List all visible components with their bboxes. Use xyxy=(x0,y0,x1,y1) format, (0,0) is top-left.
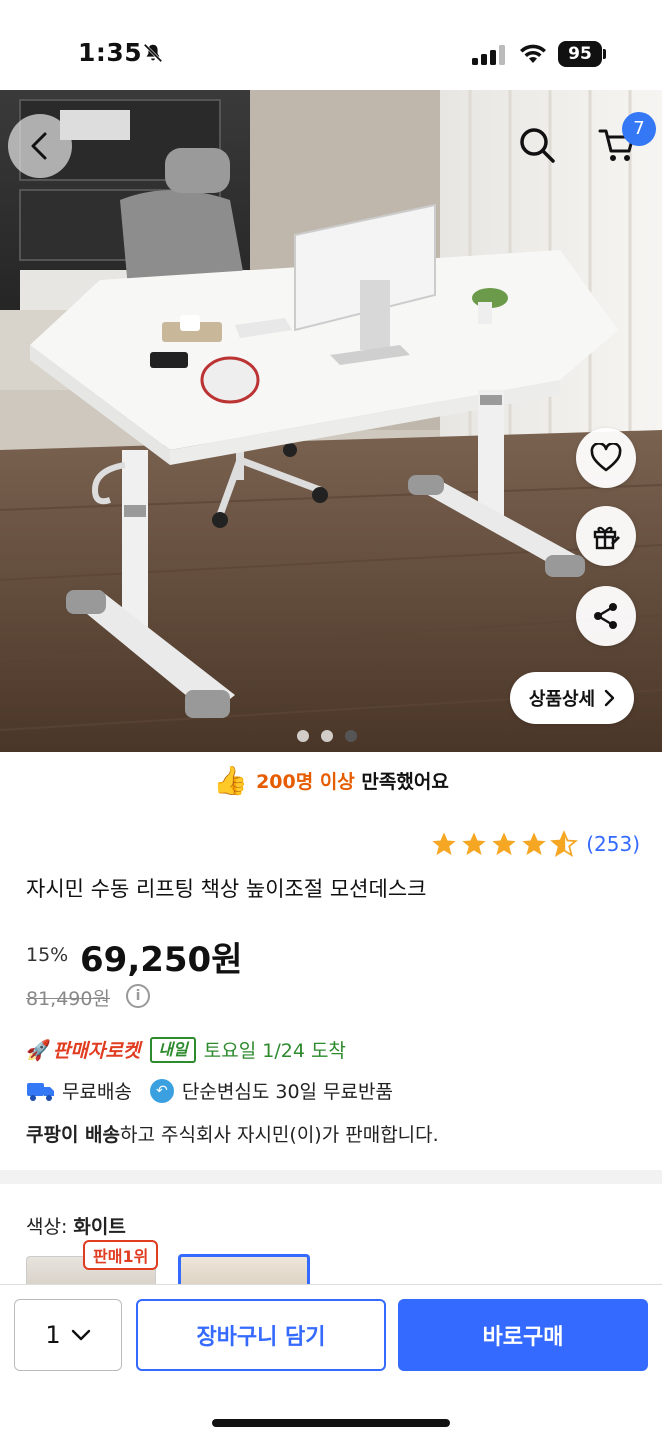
product-detail-button[interactable]: 상품상세 xyxy=(510,672,634,724)
color-prefix: 색상: xyxy=(26,1216,74,1238)
heart-icon xyxy=(590,443,622,472)
return-icon: ↶ xyxy=(149,1078,174,1103)
bell-off-icon xyxy=(143,43,163,63)
satisfied-text: 만족했어요 xyxy=(354,770,449,793)
share-icon xyxy=(594,603,617,629)
gift-icon xyxy=(593,526,620,550)
star-full-icon xyxy=(522,832,546,856)
chevron-right-icon xyxy=(604,689,615,707)
sale-price: 69,250원 xyxy=(80,940,243,980)
chevron-left-icon xyxy=(31,132,47,160)
quantity-value: 1 xyxy=(45,1321,61,1349)
carousel-dots xyxy=(297,730,357,742)
rocket-icon: 🚀 xyxy=(26,1037,51,1062)
battery-indicator: 95 xyxy=(558,41,602,67)
chevron-down-icon xyxy=(71,1329,90,1341)
discount-rate: 15% xyxy=(26,944,69,966)
product-image-carousel[interactable]: 7 상품상세 xyxy=(0,90,662,752)
section-divider xyxy=(0,1170,662,1184)
carousel-dot[interactable] xyxy=(321,730,333,742)
product-detail-label: 상품상세 xyxy=(528,689,596,710)
product-photo xyxy=(0,90,662,752)
cart-count-badge: 7 xyxy=(622,112,656,146)
color-option-label: 색상: 화이트 xyxy=(26,1212,126,1239)
star-full-icon xyxy=(432,832,456,856)
arrival-date: 토요일 1/24 도착 xyxy=(203,1040,346,1062)
satisfaction-banner: 👍 200명 이상 만족했어요 xyxy=(0,756,662,804)
rocket-delivery-row: 🚀 판매자로켓 내일 토요일 1/24 도착 xyxy=(26,1036,346,1063)
star-full-icon xyxy=(462,832,486,856)
star-half-icon xyxy=(550,830,579,857)
gift-button[interactable] xyxy=(576,506,636,566)
color-option-thumbnail-selected[interactable] xyxy=(178,1254,310,1286)
best-seller-badge: 판매1위 xyxy=(83,1240,159,1270)
buy-now-button[interactable]: 바로구매 xyxy=(398,1299,648,1371)
free-shipping-text: 무료배송 xyxy=(62,1081,132,1103)
product-title: 자시민 수동 리프팅 책상 높이조절 모션데스크 xyxy=(26,877,427,901)
seller-rest: 하고 주식회사 자시민(이)가 판매합니다. xyxy=(120,1124,439,1146)
quantity-select[interactable]: 1 xyxy=(14,1299,122,1371)
review-count[interactable]: (253) xyxy=(586,832,640,856)
original-price: 81,490원 xyxy=(26,988,110,1010)
rocket-label: 판매자로켓 xyxy=(52,1040,141,1062)
tomorrow-badge: 내일 xyxy=(150,1036,196,1063)
carousel-dot[interactable] xyxy=(297,730,309,742)
seller-info: 쿠팡이 배송하고 주식회사 자시민(이)가 판매합니다. xyxy=(26,1120,439,1147)
status-bar: 1:35 95 xyxy=(0,0,662,90)
home-indicator xyxy=(212,1419,450,1427)
battery-tip xyxy=(603,49,606,59)
bottom-action-bar: 1 장바구니 담기 바로구매 xyxy=(0,1284,662,1440)
carousel-dot-active[interactable] xyxy=(345,730,357,742)
back-button[interactable] xyxy=(8,114,72,178)
info-icon[interactable]: i xyxy=(126,984,150,1008)
thumbs-up-icon: 👍 xyxy=(213,763,249,797)
search-icon xyxy=(520,128,555,163)
rating[interactable]: (253) xyxy=(430,830,640,858)
wifi-icon xyxy=(520,44,546,63)
color-value: 화이트 xyxy=(73,1216,126,1238)
satisfied-count: 200명 이상 xyxy=(256,770,355,793)
truck-icon xyxy=(27,1082,54,1101)
star-full-icon xyxy=(492,832,516,856)
wishlist-button[interactable] xyxy=(576,428,636,488)
status-time: 1:35 xyxy=(78,38,143,67)
add-to-cart-button[interactable]: 장바구니 담기 xyxy=(136,1299,386,1371)
share-button[interactable] xyxy=(576,586,636,646)
search-button[interactable] xyxy=(506,114,568,176)
free-return-text: 단순변심도 30일 무료반품 xyxy=(181,1081,393,1103)
cellular-signal-icon xyxy=(472,45,505,65)
shipping-row: 무료배송 ↶ 단순변심도 30일 무료반품 xyxy=(26,1077,393,1104)
seller-bold: 쿠팡이 배송 xyxy=(26,1124,121,1146)
